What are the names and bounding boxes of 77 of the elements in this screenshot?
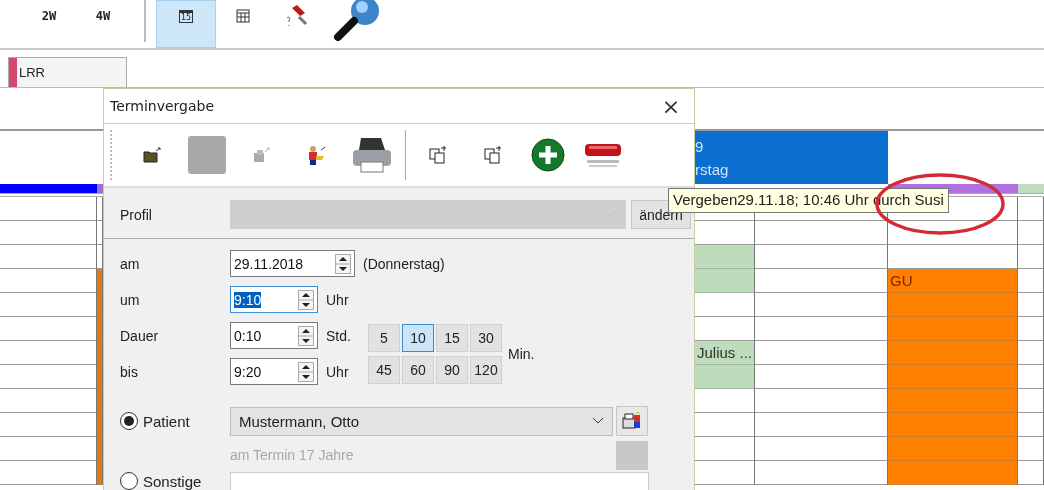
time-field[interactable]: 9:20 <box>230 358 318 385</box>
appointment-cell[interactable] <box>97 365 102 389</box>
appointment-cell[interactable] <box>695 245 754 269</box>
minutes-button[interactable]: 5 <box>368 323 400 352</box>
minutes-button[interactable]: 15 <box>436 323 468 352</box>
date-field[interactable]: 29.11.2018 <box>230 250 355 277</box>
weekday-text: (Donnerstag) <box>363 255 445 272</box>
minutes-button[interactable]: 120 <box>470 355 502 384</box>
minutes-button[interactable]: 60 <box>402 355 434 384</box>
appointment-cell[interactable] <box>888 413 1017 437</box>
selected-text: 9:10 <box>234 291 262 308</box>
copy-icon[interactable] <box>483 146 502 164</box>
minutes-button[interactable]: 45 <box>368 355 400 384</box>
radio-button[interactable] <box>120 472 138 490</box>
spin-buttons[interactable] <box>298 361 314 382</box>
radio-label: Patient <box>143 412 190 430</box>
unit-label: Uhr <box>326 363 349 380</box>
appointment-cell[interactable] <box>97 389 102 413</box>
minutes-button[interactable]: 10 <box>402 323 434 352</box>
view-button[interactable]: 4W <box>76 0 130 48</box>
day-header-text: rstag <box>695 160 730 180</box>
day-header-text: 9 <box>695 137 705 157</box>
window-title: Terminvergabe <box>109 98 215 114</box>
field-label: am <box>120 255 141 272</box>
view-button[interactable]: 2W <box>22 0 76 48</box>
appointment-cell[interactable] <box>97 413 102 437</box>
unit-label: Uhr <box>326 291 349 308</box>
appointment-cell[interactable] <box>888 461 1017 485</box>
minutes-button[interactable]: 30 <box>470 323 502 352</box>
patient-dropdown[interactable]: Mustermann, Otto <box>230 406 613 436</box>
appointment-cell[interactable] <box>97 269 102 293</box>
time-field[interactable]: 0:10 <box>230 322 318 349</box>
appointment-cell[interactable] <box>888 293 1017 317</box>
appointment-cell[interactable] <box>888 341 1017 365</box>
resource-tab[interactable]: LRR <box>8 57 127 87</box>
tab-label: LRR <box>18 64 45 82</box>
appointment-cell[interactable] <box>888 389 1017 413</box>
appointment-cell[interactable]: GU <box>888 269 1017 293</box>
appointment-cell[interactable] <box>888 317 1017 341</box>
radio-label: Sonstige <box>143 472 202 490</box>
field-label: Profil <box>120 206 153 223</box>
unit-label: Std. <box>326 327 351 344</box>
appointment-cell[interactable] <box>97 293 102 317</box>
unit-label: Min. <box>508 345 535 362</box>
appointment-text: GU <box>889 272 913 289</box>
appointment-cell[interactable] <box>888 437 1017 461</box>
spin-buttons[interactable] <box>298 289 314 310</box>
stamp-icon[interactable] <box>252 147 271 163</box>
appointment-cell[interactable] <box>97 341 102 365</box>
copy-icon[interactable] <box>428 146 447 164</box>
field-label: bis <box>120 363 139 380</box>
spin-buttons[interactable] <box>298 325 314 346</box>
radio-button[interactable] <box>120 412 138 430</box>
appointment-cell[interactable] <box>695 269 754 293</box>
spin-buttons[interactable] <box>335 253 351 274</box>
age-note: am Termin 17 Jahre <box>230 447 355 463</box>
field-label: um <box>120 291 141 308</box>
time-field[interactable]: 9:10 <box>230 286 318 313</box>
appointment-cell[interactable] <box>97 437 102 461</box>
remove-icon[interactable] <box>582 142 623 168</box>
appointment-cell[interactable] <box>97 461 102 485</box>
appointment-cell[interactable] <box>97 317 102 341</box>
printer-icon[interactable] <box>350 136 393 174</box>
field-label: Dauer <box>120 327 160 344</box>
card-reader-icon <box>622 411 642 431</box>
calendar-button[interactable]: 15 <box>156 0 216 48</box>
table-icon <box>236 9 250 23</box>
dropdown-icon <box>592 417 604 425</box>
appointment-cell[interactable] <box>695 365 754 389</box>
close-button[interactable]: × <box>656 91 686 121</box>
flashlight-icon <box>284 4 310 28</box>
patient-card-button[interactable] <box>616 406 648 436</box>
blank-tool-icon[interactable] <box>187 136 226 174</box>
minutes-button[interactable]: 90 <box>436 355 468 384</box>
add-icon[interactable] <box>530 138 565 172</box>
appointment-cell[interactable] <box>888 365 1017 389</box>
folder-icon[interactable] <box>142 147 161 163</box>
